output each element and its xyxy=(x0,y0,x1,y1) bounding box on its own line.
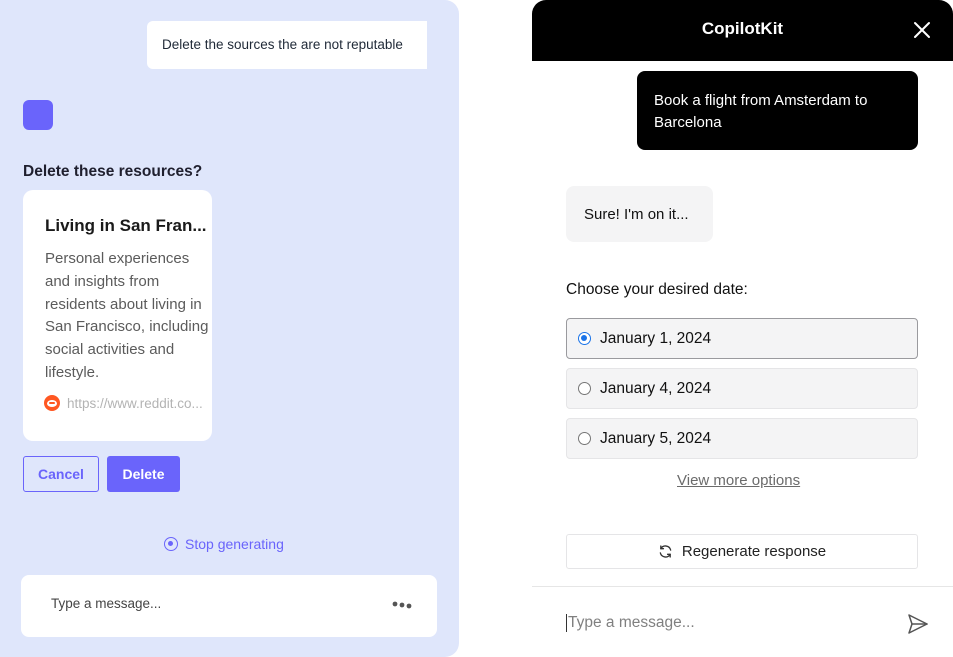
radio-unchecked[interactable] xyxy=(578,432,591,445)
typing-dots-icon xyxy=(392,601,412,609)
chat-title: CopilotKit xyxy=(701,19,784,38)
date-option-label: January 5, 2024 xyxy=(600,429,712,447)
input-divider xyxy=(532,586,953,587)
resource-title: Living in San Fran... xyxy=(45,216,207,235)
reddit-icon xyxy=(44,395,60,411)
resource-source[interactable]: https://www.reddit.co... xyxy=(44,395,203,411)
regenerate-label: Regenerate response xyxy=(681,543,827,560)
stop-icon xyxy=(164,537,178,551)
confirm-heading: Delete these resources? xyxy=(23,163,203,180)
resource-card[interactable]: Living in San Fran... Personal experienc… xyxy=(23,190,212,441)
refresh-icon xyxy=(659,545,672,558)
date-option[interactable]: January 5, 2024 xyxy=(566,418,918,459)
radio-checked[interactable] xyxy=(578,332,591,345)
view-more-link[interactable]: View more options xyxy=(677,472,800,489)
date-option[interactable]: January 1, 2024 xyxy=(566,318,918,359)
close-icon[interactable] xyxy=(913,21,931,39)
date-option-label: January 4, 2024 xyxy=(600,379,712,397)
date-prompt: Choose your desired date: xyxy=(566,281,748,298)
date-option[interactable]: January 4, 2024 xyxy=(566,368,918,409)
cancel-button[interactable]: Cancel xyxy=(23,456,99,492)
copilot-chat-window: CopilotKit Book a flight from Amsterdam … xyxy=(532,0,953,657)
date-option-label: January 1, 2024 xyxy=(600,329,712,347)
assistant-message-bubble: Sure! I'm on it... xyxy=(566,186,713,242)
assistant-avatar xyxy=(23,100,53,130)
send-icon[interactable] xyxy=(906,612,930,636)
resource-description: Personal experiences and insights from r… xyxy=(45,250,209,381)
left-message-input[interactable] xyxy=(51,596,371,611)
left-chat-panel: Delete the sources the are not reputable… xyxy=(0,0,459,657)
regenerate-button[interactable]: Regenerate response xyxy=(566,534,918,569)
source-url[interactable]: https://www.reddit.co... xyxy=(67,396,203,411)
user-message-bubble: Book a flight from Amsterdam to Barcelon… xyxy=(637,71,918,150)
left-message-box xyxy=(21,575,437,637)
stop-generating-button[interactable]: Stop generating xyxy=(164,536,284,552)
user-message-bubble: Delete the sources the are not reputable xyxy=(147,21,427,69)
delete-button[interactable]: Delete xyxy=(107,456,180,492)
stop-generating-label: Stop generating xyxy=(185,536,284,552)
message-input[interactable] xyxy=(566,614,886,632)
chat-header: CopilotKit xyxy=(532,0,953,61)
radio-unchecked[interactable] xyxy=(578,382,591,395)
